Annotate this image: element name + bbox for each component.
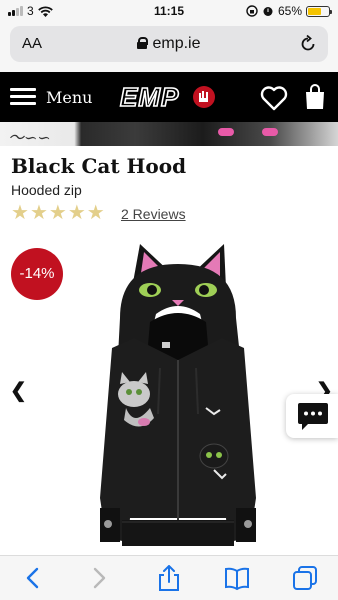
back-icon[interactable] bbox=[20, 565, 46, 591]
product-title: Black Cat Hood bbox=[11, 154, 187, 178]
shopping-bag-icon[interactable] bbox=[303, 84, 327, 110]
hamburger-icon[interactable] bbox=[10, 88, 36, 106]
banner-graphic: 〜∽∽ bbox=[8, 128, 51, 146]
url-text: emp.ie bbox=[152, 35, 201, 52]
reload-icon[interactable] bbox=[298, 34, 318, 54]
rating-stars: ★ ★ ★ ★ ★ bbox=[11, 203, 105, 223]
product-gallery: -14% ❮ ❯ bbox=[0, 238, 338, 555]
reviews-link[interactable]: 2 Reviews bbox=[121, 206, 186, 222]
heart-icon[interactable] bbox=[260, 85, 288, 111]
chat-button[interactable] bbox=[286, 394, 338, 438]
star-icon: ★ bbox=[86, 202, 105, 224]
status-bar: 3 11:15 65% bbox=[0, 0, 338, 22]
star-icon: ★ bbox=[29, 202, 48, 224]
bookmarks-icon[interactable] bbox=[224, 565, 250, 591]
url-display[interactable]: emp.ie bbox=[10, 35, 328, 53]
battery-level bbox=[308, 7, 321, 15]
star-icon: ★ bbox=[11, 202, 29, 224]
menu-label[interactable]: Menu bbox=[46, 88, 92, 107]
browser-address-area: AA emp.ie bbox=[0, 22, 338, 72]
chat-icon bbox=[298, 403, 328, 430]
promo-banner[interactable]: 〜∽∽ bbox=[0, 122, 338, 146]
emp-logo[interactable]: EMP bbox=[118, 83, 218, 111]
site-header: Menu EMP bbox=[0, 72, 338, 122]
banner-accent bbox=[218, 128, 234, 136]
status-right: 65% bbox=[246, 4, 332, 18]
star-icon: ★ bbox=[67, 202, 86, 224]
share-icon[interactable] bbox=[156, 565, 182, 591]
address-bar[interactable]: AA emp.ie bbox=[10, 26, 328, 62]
battery-icon bbox=[306, 5, 332, 17]
forward-icon[interactable] bbox=[86, 565, 112, 591]
tabs-icon[interactable] bbox=[292, 565, 318, 591]
logo-text: EMP bbox=[120, 83, 179, 111]
previous-image-arrow[interactable]: ❮ bbox=[10, 378, 27, 403]
alarm-icon bbox=[263, 7, 273, 16]
star-icon: ★ bbox=[48, 202, 67, 224]
battery-percent: 65% bbox=[277, 4, 302, 18]
discount-badge: -14% bbox=[11, 248, 63, 300]
lock-icon bbox=[137, 37, 149, 49]
banner-accent bbox=[262, 128, 278, 136]
orientation-lock-icon bbox=[246, 5, 258, 17]
browser-toolbar bbox=[0, 555, 338, 600]
product-subtitle: Hooded zip bbox=[11, 182, 82, 198]
